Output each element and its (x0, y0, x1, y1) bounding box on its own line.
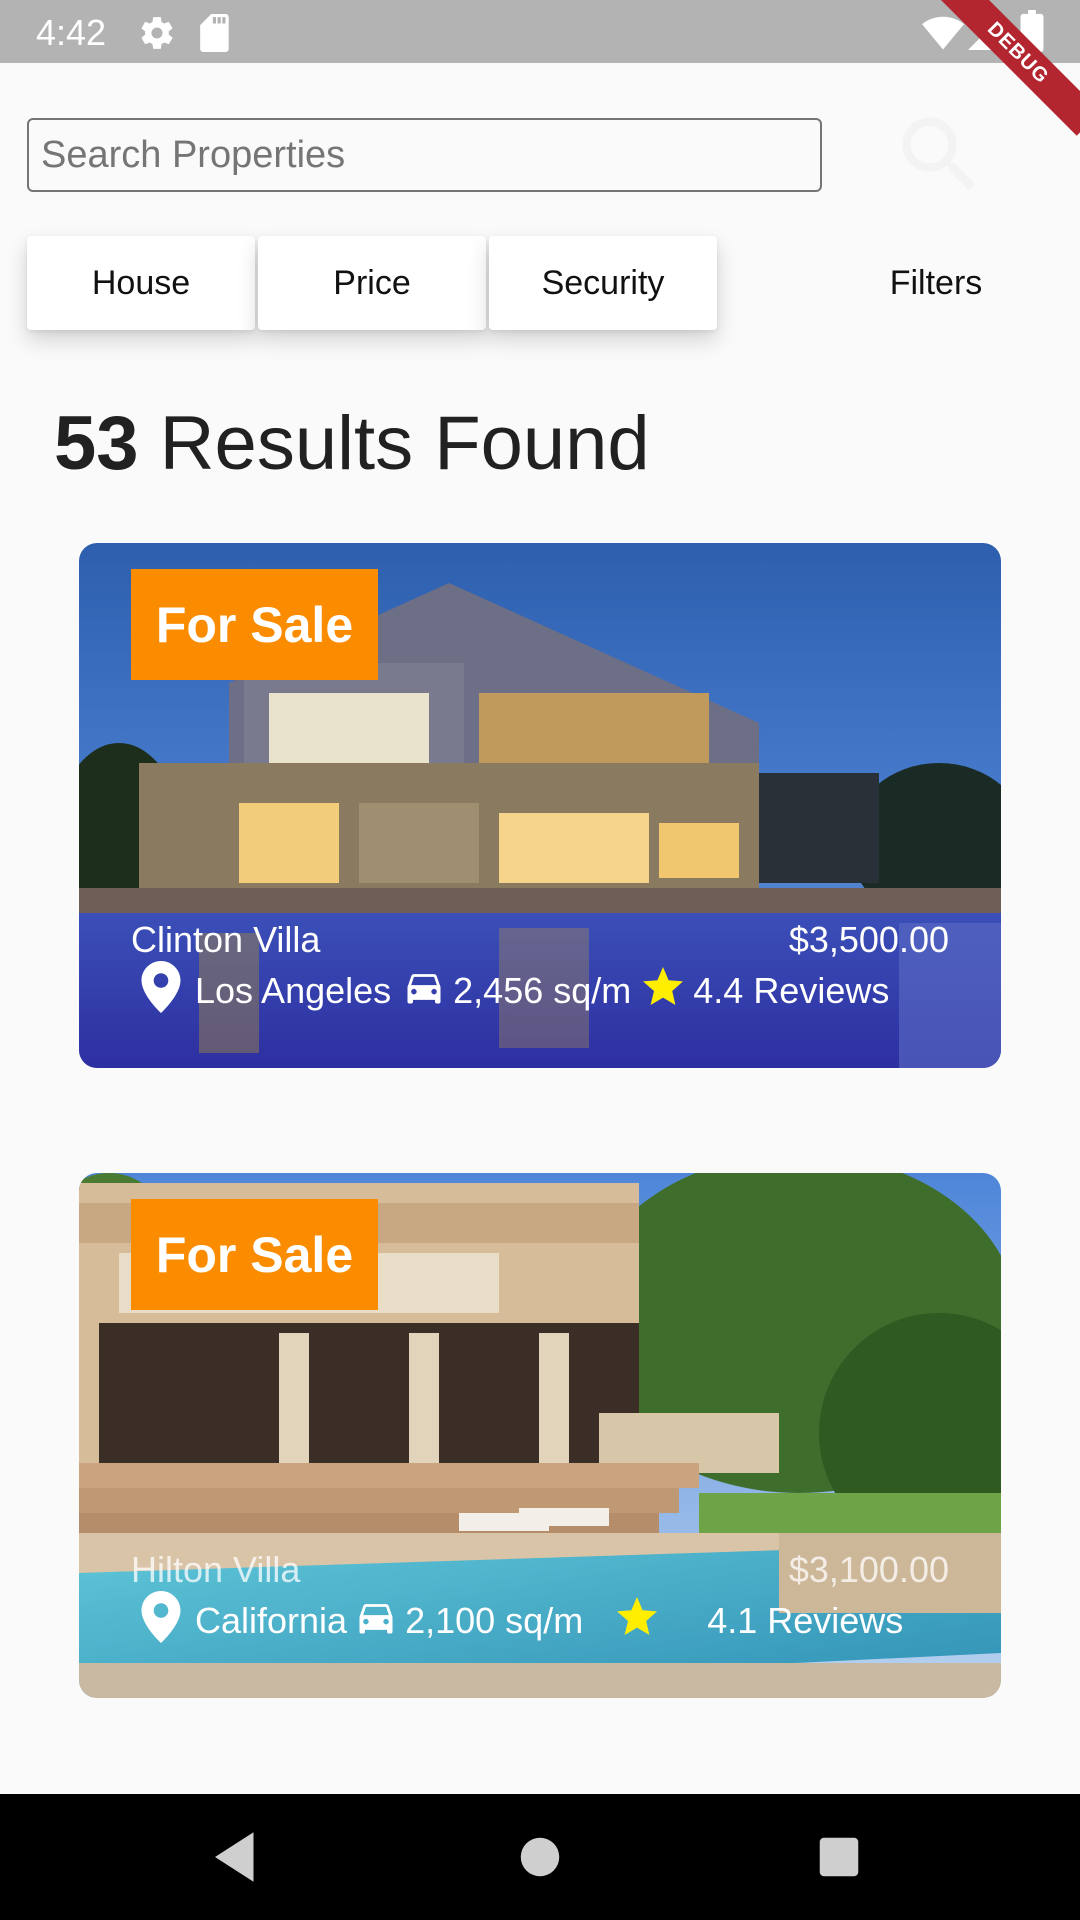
search-input[interactable] (27, 118, 822, 192)
property-price: $3,100.00 (788, 1549, 949, 1590)
gear-icon (138, 14, 176, 57)
property-price: $3,500.00 (788, 919, 949, 960)
filter-chip-house[interactable]: House (27, 236, 255, 330)
results-label: Results Found (159, 401, 650, 486)
location-pin-icon (141, 960, 181, 1022)
property-location: Los Angeles (195, 970, 392, 1011)
back-icon[interactable] (204, 1824, 270, 1890)
status-time: 4:42 (36, 12, 107, 53)
property-meta: California 2,100 sq/m 4.1 Reviews (141, 1590, 904, 1650)
for-sale-badge: For Sale (131, 1199, 378, 1310)
property-card[interactable]: For Sale Clinton Villa $3,500.00 Los Ang… (79, 543, 1001, 1068)
car-icon (351, 1595, 401, 1648)
property-meta: Los Angeles 2,456 sq/m 4.4 Reviews (141, 960, 890, 1020)
property-name: Clinton Villa (131, 919, 321, 960)
results-heading: 53 Results Found (54, 400, 650, 487)
property-reviews: 4.4 Reviews (693, 970, 890, 1011)
for-sale-badge: For Sale (131, 569, 378, 680)
star-icon (639, 963, 687, 1020)
wifi-icon (922, 14, 964, 55)
filters-button-label: Filters (889, 263, 983, 302)
property-area: 2,100 sq/m (405, 1600, 584, 1641)
filter-chip-security[interactable]: Security (489, 236, 717, 330)
sd-card-icon (200, 14, 232, 57)
status-bar: 4:42 (0, 0, 1080, 63)
star-icon (613, 1593, 661, 1650)
results-count: 53 (54, 401, 139, 486)
property-location: California (195, 1600, 348, 1641)
filter-chip-price[interactable]: Price (258, 236, 486, 330)
system-nav-bar (0, 1794, 1080, 1920)
property-reviews: 4.1 Reviews (707, 1600, 904, 1641)
filter-chip-label: Price (333, 263, 411, 302)
filter-chip-label: House (91, 263, 191, 302)
car-icon (399, 965, 449, 1018)
location-pin-icon (141, 1590, 181, 1652)
property-name: Hilton Villa (131, 1549, 301, 1590)
filter-chip-label: Security (541, 263, 665, 302)
property-area: 2,456 sq/m (453, 970, 632, 1011)
recents-icon[interactable] (806, 1824, 872, 1890)
filters-button[interactable]: Filters (856, 236, 1016, 330)
home-icon[interactable] (507, 1824, 573, 1890)
property-card[interactable]: For Sale Hilton Villa $3,100.00 Californ… (79, 1173, 1001, 1698)
search-icon[interactable] (890, 105, 990, 205)
